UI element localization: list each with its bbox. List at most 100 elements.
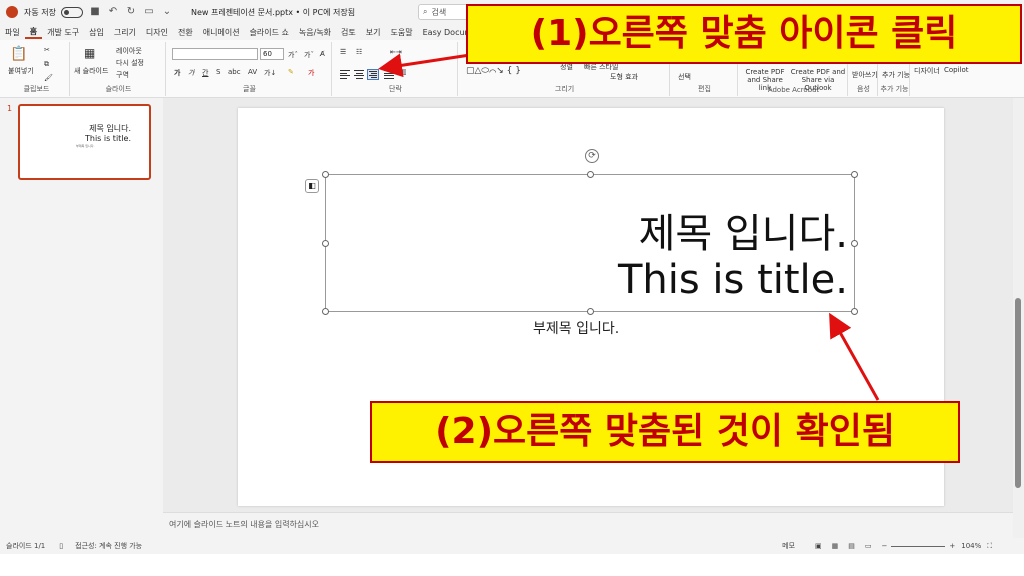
layout-button[interactable]: 레이아웃 [116, 46, 142, 56]
clear-format-icon[interactable]: A̸ [320, 50, 325, 58]
section-button[interactable]: 구역 [116, 70, 129, 80]
font-label: 글꼴 [243, 85, 256, 93]
highlight-icon[interactable]: ✎ [288, 68, 294, 76]
paragraph-group: ☰ ☷ ⇤⇥ ▥ 단락 [334, 42, 458, 96]
addins-button[interactable]: 추가 기능 [882, 70, 910, 80]
copilot-button[interactable]: Copilot [944, 66, 969, 74]
change-case-icon[interactable]: 가↓ [264, 68, 276, 78]
justify-icon[interactable] [384, 70, 394, 79]
voice-label: 음성 [857, 85, 870, 93]
autosave-toggle[interactable] [60, 6, 83, 18]
indent-icon[interactable]: ⇤⇥ [390, 48, 402, 56]
format-painter-icon[interactable]: 🖌 [44, 74, 53, 82]
tab-review[interactable]: 검토 [336, 27, 361, 38]
columns-icon[interactable]: ▥ [400, 68, 407, 76]
font-name-select[interactable] [172, 48, 258, 60]
select-button[interactable]: 선택 [678, 72, 691, 82]
copy-icon[interactable]: ⧉ [44, 60, 49, 69]
resize-handle-bottom-left[interactable] [322, 308, 329, 315]
fit-slide-icon[interactable]: ⛶ [987, 542, 992, 551]
tab-developer[interactable]: 개발 도구 [42, 27, 84, 38]
align-right-icon[interactable] [367, 69, 379, 80]
tab-help[interactable]: 도움말 [386, 27, 418, 38]
bullets-icon[interactable]: ☰ [340, 48, 346, 56]
paste-button[interactable]: 붙여넣기 [8, 66, 34, 76]
notes-pane[interactable]: 여기에 슬라이드 노트의 내용을 입력하십시오 [163, 512, 1013, 538]
drawing-label: 그리기 [554, 85, 575, 93]
thumbnail-title-line2: This is title. [84, 134, 131, 143]
font-size-select[interactable]: 60 [260, 48, 284, 60]
tab-record[interactable]: 녹음/녹화 [294, 27, 336, 38]
resize-handle-bottom[interactable] [587, 308, 594, 315]
undo-icon[interactable]: ↶ [107, 6, 119, 18]
save-icon[interactable]: ■ [89, 6, 101, 18]
vertical-scrollbar[interactable] [1013, 98, 1024, 538]
bold-icon[interactable]: 가 [174, 68, 180, 78]
editing-label: 편집 [698, 85, 711, 93]
slide-subtitle[interactable]: 부제목 입니다. [533, 318, 619, 338]
tab-design[interactable]: 디자인 [141, 27, 173, 38]
rotate-handle-icon[interactable]: ⟳ [585, 149, 599, 163]
tab-animations[interactable]: 애니메이션 [198, 27, 245, 38]
thumbnail-subtitle: 부제목 입니다. [76, 144, 95, 148]
align-center-icon[interactable] [354, 70, 364, 79]
shapes-gallery[interactable]: ▢△⬭⌒↘ { } [466, 66, 521, 76]
shadow-icon[interactable]: S [216, 68, 220, 76]
char-spacing-icon[interactable]: AV [248, 68, 257, 76]
spellcheck-icon[interactable]: ▯ [59, 542, 63, 550]
dictate-button[interactable]: 받아쓰기 [852, 70, 878, 80]
status-bar: 슬라이드 1/1 ▯ 접근성: 계속 진행 가능 메모 ▣ ▦ ▤ ▭ − + … [0, 538, 1024, 554]
powerpoint-logo-icon [6, 6, 18, 18]
align-left-icon[interactable] [340, 70, 350, 79]
resize-handle-right[interactable] [851, 240, 858, 247]
notes-button[interactable]: 메모 [782, 541, 795, 551]
resize-handle-top-left[interactable] [322, 171, 329, 178]
increase-font-icon[interactable]: 가ˆ [288, 50, 298, 60]
tab-insert[interactable]: 삽입 [84, 27, 109, 38]
slide-thumbnail[interactable]: 제목 입니다. This is title. 부제목 입니다. [18, 104, 151, 180]
tab-transitions[interactable]: 전환 [173, 27, 198, 38]
cut-icon[interactable]: ✂ [44, 46, 50, 54]
new-slide-button[interactable]: 새 슬라이드 [74, 66, 108, 76]
resize-handle-left[interactable] [322, 240, 329, 247]
reset-button[interactable]: 다시 설정 [116, 58, 144, 68]
tab-view[interactable]: 보기 [361, 27, 386, 38]
font-color-icon[interactable]: 가 [308, 68, 314, 78]
tab-file[interactable]: 파일 [0, 27, 25, 38]
zoom-slider[interactable] [891, 545, 946, 547]
customize-qat-icon[interactable]: ⌄ [161, 6, 173, 18]
paste-icon[interactable]: 📋 [10, 46, 27, 62]
scrollbar-thumb[interactable] [1015, 298, 1021, 488]
decrease-font-icon[interactable]: 가ˇ [304, 50, 314, 60]
resize-handle-bottom-right[interactable] [851, 308, 858, 315]
underline-icon[interactable]: 간 [202, 68, 208, 78]
slideshow-start-icon[interactable]: ▭ [143, 6, 155, 18]
autosave-label: 자동 저장 [24, 7, 56, 17]
strikethrough-icon[interactable]: abc [228, 68, 241, 76]
slide-sorter-icon[interactable]: ▦ [832, 542, 839, 550]
slide-title[interactable]: 제목 입니다. This is title. [618, 211, 848, 303]
resize-handle-top-right[interactable] [851, 171, 858, 178]
redo-icon[interactable]: ↻ [125, 6, 137, 18]
layout-options-icon[interactable]: ◧ [305, 179, 319, 193]
shape-effects-button[interactable]: 도형 효과 [610, 72, 638, 82]
slideshow-view-icon[interactable]: ▭ [865, 542, 872, 550]
document-title[interactable]: New 프레젠테이션 문서.pptx • 이 PC에 저장됨 [191, 7, 355, 18]
slide-thumbnail-pane: 1 제목 입니다. This is title. 부제목 입니다. [0, 98, 163, 538]
zoom-in-icon[interactable]: + [949, 542, 955, 550]
tab-slideshow[interactable]: 슬라이드 쇼 [245, 27, 294, 38]
resize-handle-top[interactable] [587, 171, 594, 178]
tab-home[interactable]: 홈 [24, 26, 43, 39]
zoom-out-icon[interactable]: − [882, 542, 888, 550]
reading-view-icon[interactable]: ▤ [848, 542, 855, 550]
bottom-strip [0, 554, 1024, 576]
normal-view-icon[interactable]: ▣ [815, 542, 822, 550]
accessibility-status[interactable]: 접근성: 계속 진행 가능 [75, 541, 142, 551]
designer-button[interactable]: 디자이너 [914, 66, 940, 76]
zoom-level[interactable]: 104% [961, 542, 981, 550]
new-slide-icon[interactable]: ▦ [84, 46, 95, 60]
tab-draw[interactable]: 그리기 [109, 27, 141, 38]
italic-icon[interactable]: 가 [188, 68, 194, 78]
title-placeholder[interactable]: 제목 입니다. This is title. [322, 171, 858, 315]
numbering-icon[interactable]: ☷ [356, 48, 362, 56]
